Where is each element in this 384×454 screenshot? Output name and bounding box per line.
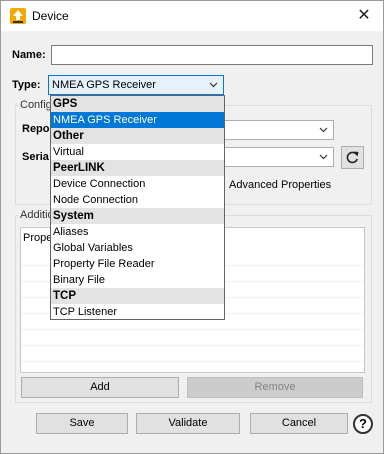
dropdown-option-device-connection[interactable]: Device Connection xyxy=(51,176,224,192)
properties-column-header: Prope xyxy=(23,232,53,244)
device-dialog: Device ✕ Name: Type: NMEA GPS Receiver C… xyxy=(0,0,384,454)
dropdown-option-binary-file[interactable]: Binary File xyxy=(51,272,224,288)
chevron-down-icon xyxy=(319,127,328,133)
window-title: Device xyxy=(32,9,69,23)
name-label: Name: xyxy=(12,49,46,61)
dropdown-option-node-connection[interactable]: Node Connection xyxy=(51,192,224,208)
dropdown-group-peerlink: PeerLINK xyxy=(51,160,224,176)
type-dropdown-list: GPS NMEA GPS Receiver Other Virtual PeerLINK… xyxy=(50,95,225,320)
refresh-button[interactable] xyxy=(341,146,364,169)
chevron-down-icon xyxy=(209,82,218,88)
name-field[interactable] xyxy=(51,45,373,65)
validate-button[interactable]: Validate xyxy=(136,413,240,434)
help-icon[interactable]: ? xyxy=(353,414,373,434)
dropdown-group-system: System xyxy=(51,208,224,224)
configuration-group-legend: Config xyxy=(18,99,54,111)
table-row xyxy=(21,346,364,362)
report-label: Repo xyxy=(22,123,50,135)
dropdown-option-aliases[interactable]: Aliases xyxy=(51,224,224,240)
dropdown-option-nmea-gps-receiver[interactable]: NMEA GPS Receiver xyxy=(51,112,224,128)
report-select[interactable] xyxy=(224,120,334,140)
add-button[interactable]: Add xyxy=(21,377,179,398)
save-button[interactable]: Save xyxy=(36,413,128,434)
advanced-properties-label[interactable]: Advanced Properties xyxy=(229,179,331,191)
type-label: Type: xyxy=(12,79,41,91)
dropdown-option-virtual[interactable]: Virtual xyxy=(51,144,224,160)
serial-label: Seria xyxy=(22,151,49,163)
dropdown-option-tcp-listener[interactable]: TCP Listener xyxy=(51,304,224,320)
dropdown-option-property-file-reader[interactable]: Property File Reader xyxy=(51,256,224,272)
remove-button[interactable]: Remove xyxy=(187,377,363,398)
dropdown-group-gps: GPS xyxy=(51,96,224,112)
type-select-value: NMEA GPS Receiver xyxy=(52,79,156,91)
dropdown-group-other: Other xyxy=(51,128,224,144)
close-icon[interactable]: ✕ xyxy=(351,3,377,29)
refresh-icon xyxy=(346,151,359,164)
cancel-button[interactable]: Cancel xyxy=(250,413,348,434)
table-row xyxy=(21,330,364,346)
dropdown-option-global-variables[interactable]: Global Variables xyxy=(51,240,224,256)
serial-select[interactable] xyxy=(224,147,334,167)
dropdown-group-tcp: TCP xyxy=(51,288,224,304)
title-bar: Device ✕ xyxy=(1,1,383,31)
device-app-icon xyxy=(10,8,26,24)
type-select[interactable]: NMEA GPS Receiver xyxy=(48,75,224,95)
chevron-down-icon xyxy=(319,154,328,160)
